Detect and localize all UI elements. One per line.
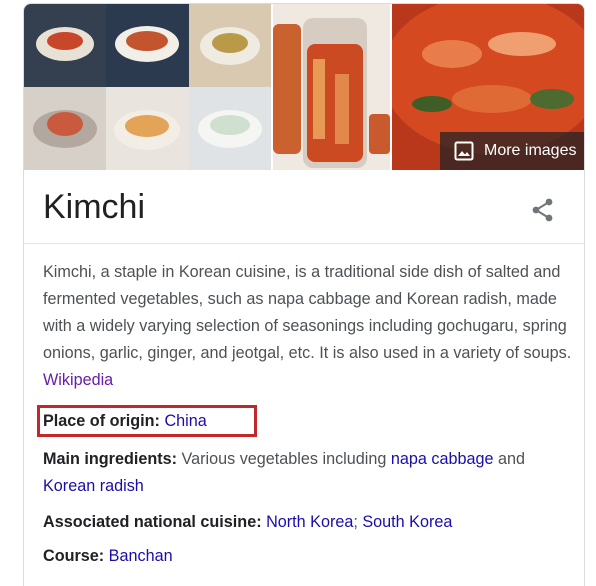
napa-cabbage-link[interactable]: napa cabbage: [391, 450, 494, 468]
knowledge-panel: More images Kimchi Kimchi, a staple in K…: [23, 3, 585, 586]
fact-label: Main ingredients:: [43, 450, 178, 468]
highlight-box: [37, 405, 257, 437]
description-text: Kimchi, a staple in Korean cuisine, is a…: [43, 263, 572, 362]
fact-label: Associated national cuisine:: [43, 513, 262, 531]
title-row: Kimchi: [24, 170, 584, 244]
description: Kimchi, a staple in Korean cuisine, is a…: [43, 259, 573, 394]
image-strip: More images: [24, 4, 584, 170]
wikipedia-link[interactable]: Wikipedia: [43, 371, 113, 389]
share-icon[interactable]: [530, 197, 556, 223]
page-title: Kimchi: [43, 188, 146, 226]
more-images-label: More images: [484, 142, 577, 159]
image-icon: [454, 141, 474, 161]
kimchi-jars-image[interactable]: [273, 4, 390, 170]
fact-text: and: [498, 450, 526, 468]
fact-main-ingredients: Main ingredients: Various vegetables inc…: [43, 446, 573, 500]
fact-text: Various vegetables including: [181, 450, 387, 468]
fact-label: Course:: [43, 547, 105, 565]
korean-radish-link[interactable]: Korean radish: [43, 477, 144, 495]
kimchi-dishes-image[interactable]: [24, 4, 271, 170]
kimchi-bowl-image[interactable]: More images: [392, 4, 584, 170]
fact-course: Course: Banchan: [43, 543, 573, 570]
banchan-link[interactable]: Banchan: [109, 547, 173, 565]
north-korea-link[interactable]: North Korea: [266, 513, 353, 531]
separator: ;: [353, 513, 358, 531]
fact-associated-cuisine: Associated national cuisine: North Korea…: [43, 509, 573, 536]
south-korea-link[interactable]: South Korea: [362, 513, 452, 531]
more-images-button[interactable]: More images: [440, 132, 584, 170]
